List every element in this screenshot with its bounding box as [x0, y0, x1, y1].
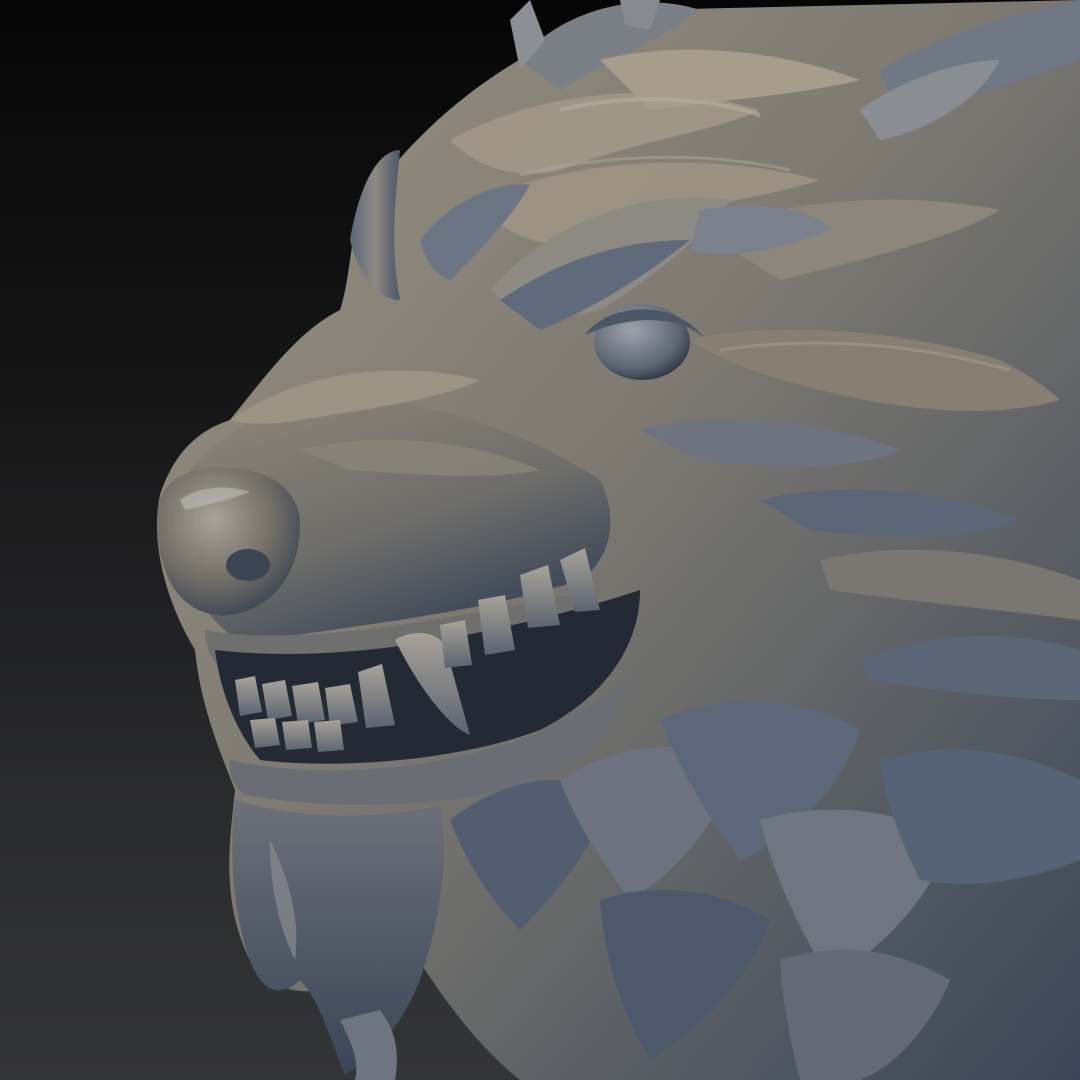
- nostril: [226, 549, 270, 581]
- wolf-head-render: [156, 0, 1080, 1080]
- sculpt-viewport[interactable]: [0, 0, 1080, 1080]
- beard: [232, 800, 444, 1075]
